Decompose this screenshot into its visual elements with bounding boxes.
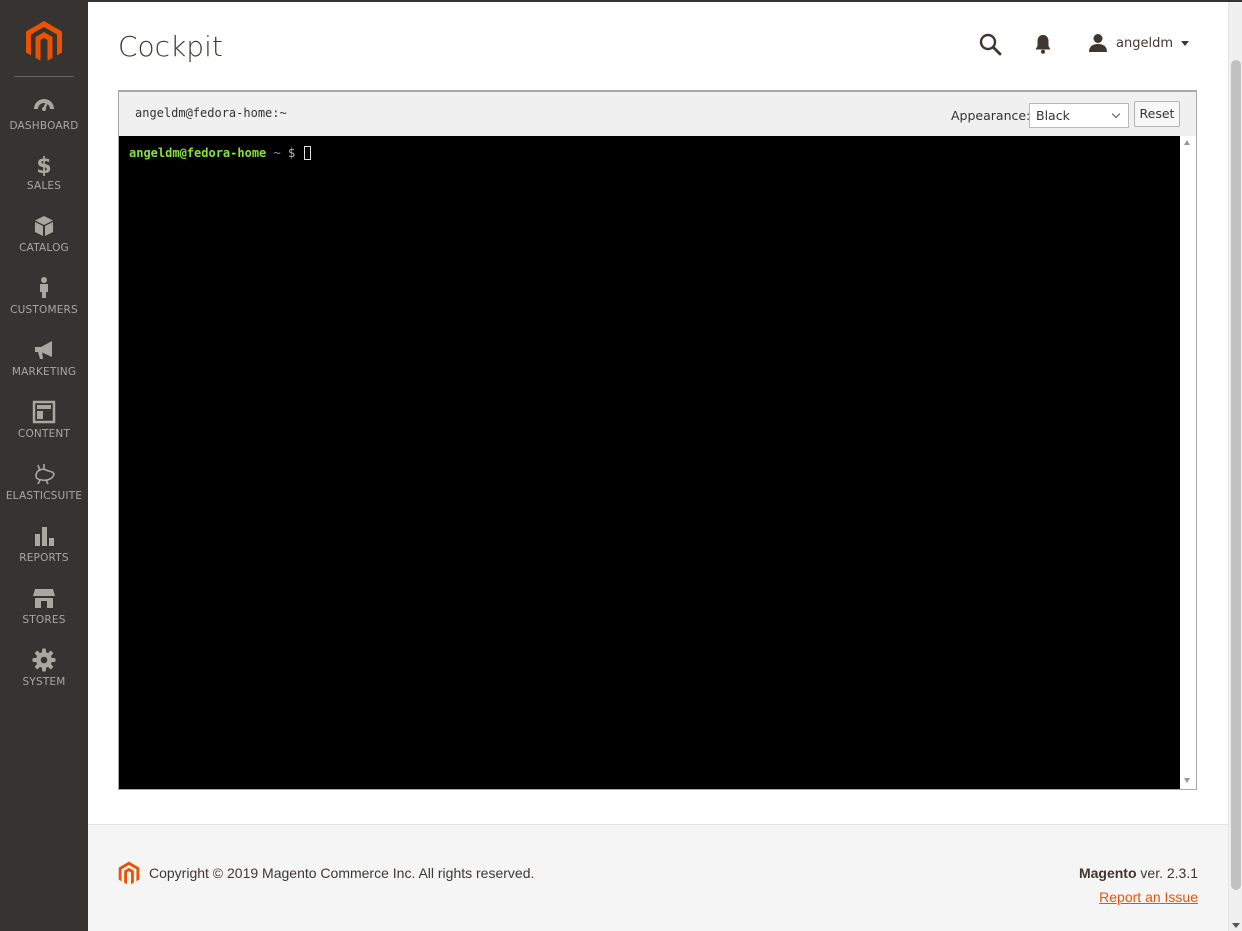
nav-label: SALES bbox=[26, 180, 62, 192]
bar-chart-icon bbox=[35, 527, 54, 546]
person-icon bbox=[40, 277, 48, 298]
appearance-label: Appearance: bbox=[951, 108, 1031, 123]
storefront-icon bbox=[33, 589, 55, 608]
cockpit-terminal-panel: angeldm@fedora-home:~ Appearance: Black … bbox=[118, 90, 1197, 790]
megaphone-icon bbox=[35, 341, 52, 359]
top-border bbox=[0, 0, 1242, 2]
nav-catalog[interactable]: CATALOG bbox=[0, 214, 88, 276]
page-scrollbar[interactable] bbox=[1228, 2, 1242, 931]
nav-label: SYSTEM bbox=[22, 676, 66, 688]
search-icon[interactable] bbox=[978, 32, 1002, 56]
prompt-path: ~ bbox=[273, 146, 281, 160]
nav-sales[interactable]: $ SALES bbox=[0, 152, 88, 214]
nav-label: STORES bbox=[22, 614, 66, 626]
nav-label: CONTENT bbox=[17, 428, 71, 440]
nav-system[interactable]: SYSTEM bbox=[0, 648, 88, 710]
nav-stores[interactable]: STORES bbox=[0, 586, 88, 648]
page-title: Cockpit bbox=[118, 30, 223, 63]
scroll-down-arrow-icon[interactable] bbox=[1184, 778, 1190, 783]
report-issue-link[interactable]: Report an Issue bbox=[1099, 889, 1198, 905]
layout-icon bbox=[32, 400, 56, 424]
appearance-selected-value: Black bbox=[1036, 108, 1070, 123]
nav-marketing[interactable]: MARKETING bbox=[0, 338, 88, 400]
username: angeldm bbox=[1116, 35, 1173, 51]
dollar-icon: $ bbox=[36, 154, 51, 176]
gear-icon bbox=[32, 648, 56, 672]
svg-text:$: $ bbox=[36, 154, 51, 176]
nav-content[interactable]: CONTENT bbox=[0, 400, 88, 462]
terminal-screen[interactable]: angeldm@fedora-home ~ $ bbox=[119, 136, 1180, 789]
user-account-menu[interactable]: angeldm bbox=[1088, 32, 1189, 54]
magento-footer-logo bbox=[118, 861, 140, 885]
nav-reports[interactable]: REPORTS bbox=[0, 524, 88, 586]
magento-logo[interactable] bbox=[25, 20, 63, 62]
nav-label: MARKETING bbox=[11, 366, 77, 378]
terminal-scrollbar[interactable] bbox=[1180, 136, 1196, 789]
scroll-up-arrow-icon[interactable] bbox=[1184, 140, 1190, 145]
admin-sidebar: DASHBOARD $ SALES CATALOG CUSTOMERS MARK… bbox=[0, 0, 88, 931]
main-content: Cockpit angeldm angeldm@fedora-home:~ Ap… bbox=[88, 2, 1228, 931]
chevron-down-icon bbox=[1180, 40, 1189, 46]
nav-label: CUSTOMERS bbox=[10, 304, 78, 316]
appearance-select[interactable]: Black bbox=[1029, 103, 1129, 128]
nav-label: DASHBOARD bbox=[9, 120, 79, 132]
nav-customers[interactable]: CUSTOMERS bbox=[0, 276, 88, 338]
nav-elasticsuite[interactable]: ELASTICSUITE bbox=[0, 462, 88, 524]
page-scrollbar-thumb[interactable] bbox=[1231, 60, 1241, 890]
chevron-down-icon bbox=[1111, 109, 1121, 119]
elasticsuite-icon bbox=[35, 464, 55, 485]
box-icon bbox=[35, 216, 53, 236]
scroll-down-arrow-icon[interactable] bbox=[1232, 923, 1240, 928]
terminal-host-title: angeldm@fedora-home:~ bbox=[135, 106, 287, 120]
terminal-cursor bbox=[304, 146, 312, 160]
version-info: Magento ver. 2.3.1 bbox=[1079, 865, 1198, 881]
nav-label: ELASTICSUITE bbox=[5, 490, 83, 502]
user-icon bbox=[1089, 34, 1107, 52]
prompt-user: angeldm@fedora-home bbox=[129, 146, 267, 160]
prompt-symbol: $ bbox=[287, 146, 296, 160]
logo-divider bbox=[14, 76, 74, 77]
brand-name: Magento bbox=[1078, 865, 1137, 881]
reset-button[interactable]: Reset bbox=[1134, 101, 1180, 127]
nav-label: REPORTS bbox=[19, 552, 69, 564]
copyright-text: Copyright © 2019 Magento Commerce Inc. A… bbox=[149, 865, 535, 881]
notifications-bell-icon[interactable] bbox=[1034, 34, 1052, 54]
version-number: ver. 2.3.1 bbox=[1140, 865, 1198, 881]
page-footer: Copyright © 2019 Magento Commerce Inc. A… bbox=[88, 824, 1228, 931]
terminal-prompt-line: angeldm@fedora-home ~ $ bbox=[129, 146, 312, 160]
nav-dashboard[interactable]: DASHBOARD bbox=[0, 92, 88, 154]
nav-label: CATALOG bbox=[19, 242, 69, 254]
dashboard-gauge-icon bbox=[34, 99, 54, 111]
